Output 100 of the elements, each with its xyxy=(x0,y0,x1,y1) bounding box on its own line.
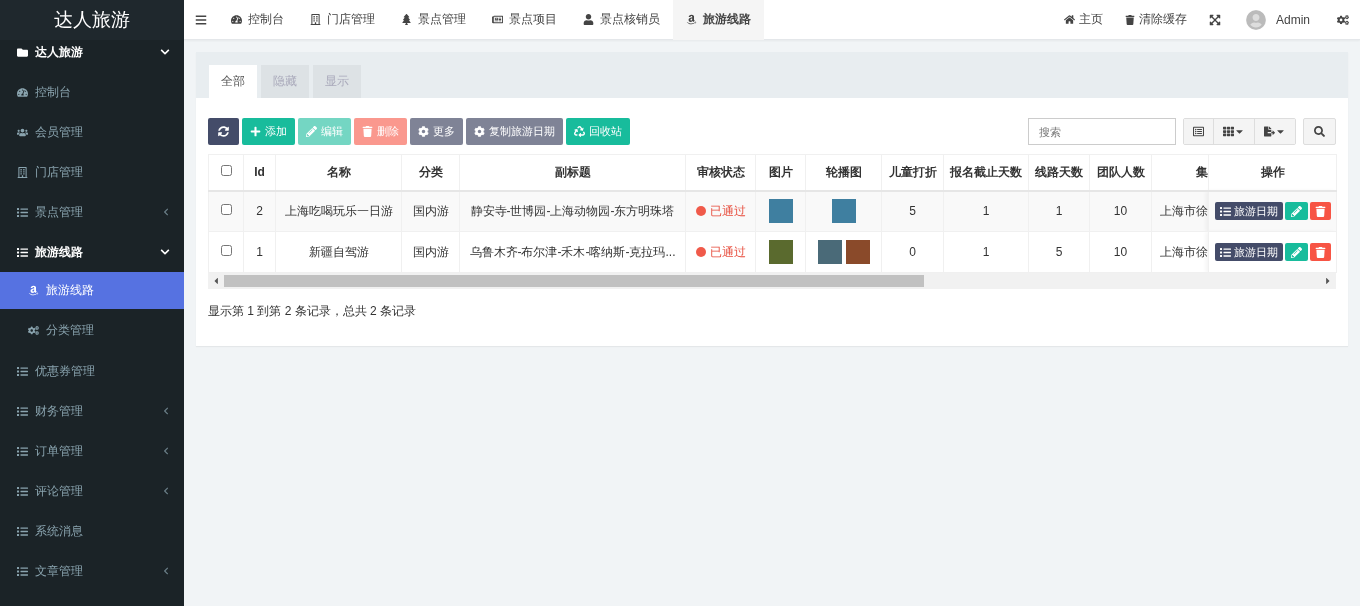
home-link[interactable]: 主页 xyxy=(1053,0,1114,40)
column-header: 集 xyxy=(1151,154,1209,191)
sidebar-item[interactable]: 会员管理 xyxy=(0,112,184,152)
gear-icon xyxy=(418,126,429,137)
toggle-view-button[interactable] xyxy=(1184,119,1214,144)
table-cell: 10 xyxy=(1089,190,1152,232)
grid-icon xyxy=(1223,126,1234,137)
table-cell: 10 xyxy=(1089,231,1152,273)
nav-tab[interactable]: 景点管理 xyxy=(388,0,479,40)
table-cell: 1 xyxy=(943,190,1029,232)
fullscreen-icon xyxy=(1209,13,1221,26)
menu-icon xyxy=(195,13,207,26)
nav-tab[interactable]: 景点项目 xyxy=(479,0,570,40)
nav-tab[interactable]: 景点核销员 xyxy=(570,0,673,40)
row-checkbox[interactable] xyxy=(220,204,232,216)
chevron-left-icon xyxy=(162,567,170,575)
card-icon xyxy=(492,14,503,25)
sidebar-item[interactable]: 景点管理 xyxy=(0,192,184,232)
sidebar-item[interactable]: 财务管理 xyxy=(0,391,184,431)
chevron-left-icon xyxy=(162,208,170,216)
trash-icon xyxy=(1314,246,1326,258)
pagination-summary: 显示第 1 到第 2 条记录，总共 2 条记录 xyxy=(208,303,418,320)
toolbar-button[interactable]: 更多 xyxy=(410,118,463,145)
chevron-left-icon xyxy=(162,407,170,415)
table-cell: 新疆自驾游 xyxy=(275,231,402,273)
plus-icon xyxy=(250,126,261,137)
table-cell: 2 xyxy=(243,190,276,232)
user-icon xyxy=(583,14,594,25)
avatar-icon xyxy=(1246,9,1266,30)
recycle-icon xyxy=(574,126,585,137)
sidebar-section[interactable]: 达人旅游 xyxy=(0,40,184,64)
table-cell: 国内游 xyxy=(401,231,460,273)
nav-tab[interactable]: 控制台 xyxy=(218,0,297,40)
user-menu[interactable]: Admin xyxy=(1232,0,1326,40)
pencil-icon xyxy=(1290,246,1302,258)
chevron-down-icon xyxy=(160,47,170,57)
refresh-button[interactable] xyxy=(208,118,239,145)
settings-icon xyxy=(1337,13,1349,26)
logo-title: 达人旅游 xyxy=(0,0,184,40)
clear-cache-link[interactable]: 清除缓存 xyxy=(1114,0,1198,40)
table-cell: 上海吃喝玩乐一日游 xyxy=(275,190,402,232)
gear-icon xyxy=(474,126,485,137)
trash-icon xyxy=(1314,205,1326,217)
travel-date-button[interactable]: 旅游日期 xyxy=(1214,243,1283,261)
sidebar-item[interactable]: 控制台 xyxy=(0,72,184,112)
table-cell: 上海市徐 xyxy=(1151,190,1209,232)
home-icon xyxy=(1064,14,1075,25)
table-cell: 国内游 xyxy=(401,190,460,232)
column-header: 轮播图 xyxy=(805,154,882,191)
nav-tab[interactable]: 门店管理 xyxy=(297,0,388,40)
table-cell: 静安寺-世博园-上海动物园-东方明珠塔 xyxy=(459,190,686,232)
table-cell: 1 xyxy=(1028,190,1090,232)
sidebar-item[interactable]: 优惠券管理 xyxy=(0,351,184,391)
sidebar-item[interactable]: 文章管理 xyxy=(0,551,184,591)
column-header: Id xyxy=(243,154,276,191)
sidebar-item[interactable]: 评论管理 xyxy=(0,471,184,511)
table-cell: 上海市徐 xyxy=(1151,231,1209,273)
pencil-icon xyxy=(1290,205,1302,217)
sidebar-item[interactable]: 系统消息 xyxy=(0,511,184,551)
column-header: 审核状态 xyxy=(685,154,756,191)
column-header: 线路天数 xyxy=(1028,154,1090,191)
export-icon xyxy=(1264,126,1275,137)
delete-button[interactable] xyxy=(1309,243,1331,261)
gears-icon xyxy=(28,324,39,336)
horizontal-scrollbar[interactable] xyxy=(208,273,1336,289)
sidebar-subitem[interactable]: 旅游线路 xyxy=(0,272,184,309)
travel-date-button[interactable]: 旅游日期 xyxy=(1214,202,1283,221)
column-header: 副标题 xyxy=(459,154,686,191)
search-icon xyxy=(1314,126,1325,137)
table-cell: 5 xyxy=(881,190,944,232)
nav-tab[interactable]: 旅游线路 xyxy=(673,0,764,40)
status-label: 已通过 xyxy=(695,202,746,220)
amazon-icon xyxy=(28,285,39,296)
sidebar-item[interactable]: 门店管理 xyxy=(0,152,184,192)
pencil-icon xyxy=(306,126,317,137)
table-cell: 0 xyxy=(881,231,944,273)
chevron-left-icon xyxy=(162,487,170,495)
delete-button[interactable] xyxy=(1309,202,1331,221)
search-field[interactable]: 搜索 xyxy=(1028,118,1176,145)
column-header: 团队人数 xyxy=(1089,154,1152,191)
trash-icon xyxy=(362,126,373,137)
sidebar-item[interactable]: 订单管理 xyxy=(0,431,184,471)
chevron-down-icon xyxy=(160,247,170,257)
tree-icon xyxy=(401,14,412,25)
table-cell: 1 xyxy=(943,231,1029,273)
sidebar-subitem[interactable]: 分类管理 xyxy=(0,309,184,351)
column-header: 儿童打折 xyxy=(881,154,944,191)
table-cell: 乌鲁木齐-布尔津-禾木-喀纳斯-克拉玛... xyxy=(459,231,686,273)
row-checkbox[interactable] xyxy=(220,245,232,256)
column-header: 分类 xyxy=(401,154,460,191)
refresh-icon xyxy=(218,126,229,137)
select-all-checkbox[interactable] xyxy=(220,165,232,177)
toolbar-button[interactable]: 复制旅游日期 xyxy=(466,118,563,145)
search-button[interactable] xyxy=(1303,118,1336,145)
column-header: 名称 xyxy=(275,154,402,191)
table-cell: 5 xyxy=(1028,231,1090,273)
sidebar-item[interactable]: 旅游线路 xyxy=(0,232,184,272)
column-header: 图片 xyxy=(755,154,806,191)
status-label: 已通过 xyxy=(695,243,746,261)
filter-tab[interactable]: 全部 xyxy=(209,65,257,98)
